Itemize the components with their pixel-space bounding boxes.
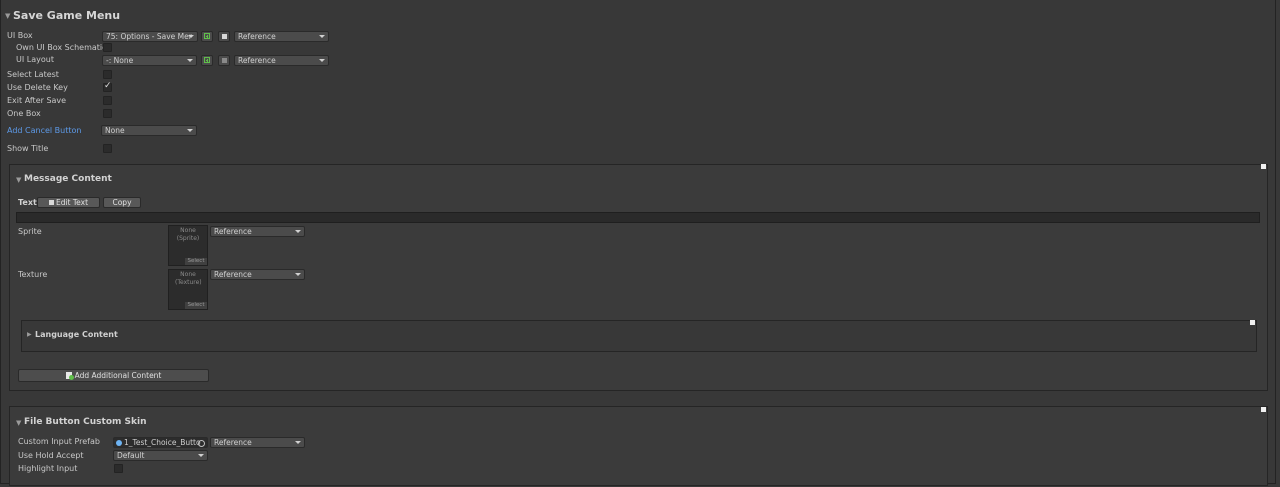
resize-handle[interactable] <box>1250 320 1255 325</box>
resize-handle[interactable] <box>1261 164 1266 169</box>
show-title-checkbox[interactable] <box>103 144 112 153</box>
reference-value: Reference <box>214 227 252 236</box>
copy-label: Copy <box>112 198 132 207</box>
ui-layout-value: -: None <box>106 56 134 65</box>
text-field[interactable] <box>16 212 1260 223</box>
language-content-panel <box>21 320 1257 352</box>
object-picker-icon[interactable] <box>198 440 205 447</box>
sprite-label: Sprite <box>18 227 42 236</box>
section-title: Save Game Menu <box>13 9 121 22</box>
chevron-down-icon <box>198 454 204 457</box>
edit-text-button[interactable]: Edit Text <box>37 197 100 208</box>
one-box-checkbox[interactable] <box>103 109 112 118</box>
add-additional-content-button[interactable]: Add Additional Content <box>18 369 209 382</box>
select-latest-checkbox[interactable] <box>103 70 112 79</box>
plus-icon <box>204 33 210 39</box>
use-hold-accept-dropdown[interactable]: Default <box>113 450 208 461</box>
edit-ui-box-button[interactable] <box>218 31 230 42</box>
exit-after-save-label: Exit After Save <box>7 96 67 105</box>
highlight-input-label: Highlight Input <box>18 464 78 473</box>
sprite-reference-dropdown[interactable]: Reference <box>210 226 305 237</box>
use-delete-key-label: Use Delete Key <box>7 83 68 92</box>
chevron-down-icon <box>319 35 325 38</box>
exit-after-save-checkbox[interactable] <box>103 96 112 105</box>
edit-text-label: Edit Text <box>55 198 89 207</box>
edit-ui-layout-button[interactable] <box>218 55 230 66</box>
texture-object-field[interactable]: None (Texture) Select <box>168 269 208 310</box>
ui-layout-dropdown[interactable]: -: None <box>102 55 197 66</box>
add-ui-layout-button[interactable] <box>201 55 213 66</box>
ui-box-reference-dropdown[interactable]: Reference <box>234 31 329 42</box>
language-content-title: Language Content <box>35 330 118 339</box>
ui-layout-reference-dropdown[interactable]: Reference <box>234 55 329 66</box>
texture-placeholder: None (Texture) <box>175 271 202 286</box>
custom-input-prefab-reference-dropdown[interactable]: Reference <box>210 437 305 448</box>
show-title-label: Show Title <box>7 144 49 153</box>
checkmark-icon: ✓ <box>104 81 112 91</box>
ui-layout-label: UI Layout <box>16 55 54 64</box>
select-latest-label: Select Latest <box>7 70 59 79</box>
edit-icon <box>48 200 54 205</box>
own-ui-box-schematics-label: Own UI Box Schematics <box>16 43 111 52</box>
file-button-custom-skin-title: File Button Custom Skin <box>24 417 147 427</box>
reference-value: Reference <box>214 270 252 279</box>
copy-button[interactable]: Copy <box>103 197 141 208</box>
ui-box-dropdown[interactable]: 75: Options - Save Mer <box>102 31 198 42</box>
foldout-triangle-icon[interactable]: ▶ <box>27 331 32 338</box>
add-additional-content-label: Add Additional Content <box>74 371 162 380</box>
ui-box-label: UI Box <box>7 31 33 40</box>
ui-box-value: 75: Options - Save Mer <box>106 32 192 41</box>
texture-select-button[interactable]: Select <box>185 302 207 309</box>
chevron-down-icon <box>295 441 301 444</box>
custom-input-prefab-label: Custom Input Prefab <box>18 437 100 446</box>
reference-value: Reference <box>214 438 252 447</box>
custom-input-prefab-value: 1_Test_Choice_Butto <box>124 438 201 447</box>
add-cancel-button-dropdown[interactable]: None <box>101 125 197 136</box>
reference-value: Reference <box>238 56 276 65</box>
plus-icon <box>204 57 210 63</box>
message-content-title: Message Content <box>24 174 112 184</box>
square-icon <box>222 34 227 39</box>
prefab-icon <box>116 440 122 446</box>
foldout-triangle-icon[interactable]: ▼ <box>16 176 21 184</box>
sprite-object-field[interactable]: None (Sprite) Select <box>168 225 208 266</box>
square-icon <box>222 58 227 63</box>
chevron-down-icon <box>295 230 301 233</box>
foldout-triangle-icon[interactable]: ▼ <box>5 12 10 20</box>
resize-handle[interactable] <box>1261 407 1266 412</box>
chevron-down-icon <box>188 35 194 38</box>
add-ui-box-button[interactable] <box>201 31 213 42</box>
highlight-input-checkbox[interactable] <box>114 464 123 473</box>
chevron-down-icon <box>187 59 193 62</box>
chevron-down-icon <box>319 59 325 62</box>
add-cancel-button-label[interactable]: Add Cancel Button <box>7 126 81 136</box>
texture-label: Texture <box>18 270 48 279</box>
reference-value: Reference <box>238 32 276 41</box>
foldout-triangle-icon[interactable]: ▼ <box>16 419 21 427</box>
chevron-down-icon <box>187 129 193 132</box>
chevron-down-icon <box>295 273 301 276</box>
use-delete-key-checkbox[interactable]: ✓ <box>103 81 112 92</box>
add-file-icon <box>65 372 74 380</box>
add-cancel-button-value: None <box>105 126 125 135</box>
sprite-select-button[interactable]: Select <box>185 258 207 265</box>
use-hold-accept-value: Default <box>117 451 145 460</box>
sprite-placeholder: None (Sprite) <box>176 227 200 242</box>
custom-input-prefab-field[interactable]: 1_Test_Choice_Butto <box>113 437 208 448</box>
use-hold-accept-label: Use Hold Accept <box>18 451 84 460</box>
text-label: Text <box>18 198 37 207</box>
one-box-label: One Box <box>7 109 41 118</box>
texture-reference-dropdown[interactable]: Reference <box>210 269 305 280</box>
own-ui-box-schematics-checkbox[interactable] <box>103 43 112 52</box>
